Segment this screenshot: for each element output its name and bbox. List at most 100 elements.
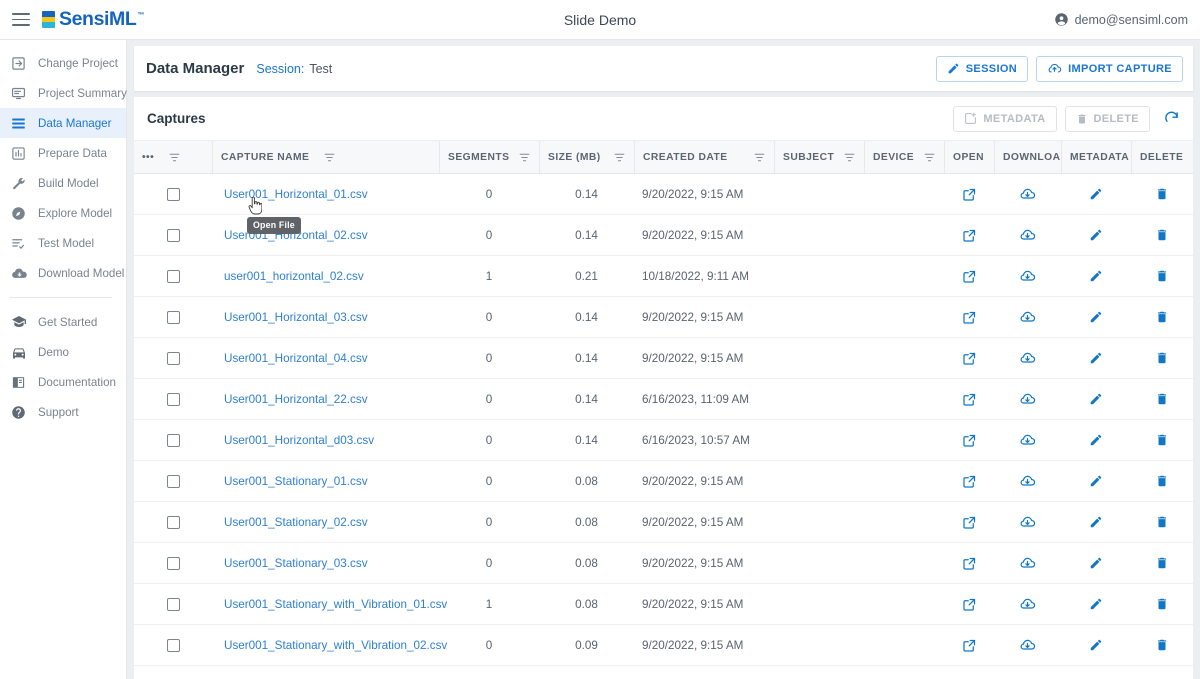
trash-icon[interactable]	[1151, 634, 1173, 656]
trash-icon[interactable]	[1151, 593, 1173, 615]
cloud-download-icon[interactable]	[1017, 347, 1039, 369]
sensiml-logo[interactable]: SensiML™	[42, 9, 144, 30]
session-button[interactable]: SESSION	[935, 55, 1029, 82]
capture-name-link[interactable]: User001_Horizontal_01.csv	[224, 188, 368, 201]
filter-icon[interactable]	[323, 151, 336, 164]
capture-name-link[interactable]: User001_Stationary_01.csv	[224, 475, 368, 488]
cloud-download-icon[interactable]	[1017, 388, 1039, 410]
cloud-download-icon[interactable]	[1017, 183, 1039, 205]
pencil-icon[interactable]	[1085, 388, 1107, 410]
open-in-new-icon[interactable]	[958, 306, 980, 328]
row-checkbox[interactable]	[166, 597, 180, 611]
table-row[interactable]: User001_Horizontal_04.csv 0 0.14 9/20/2022,…	[134, 337, 1193, 379]
open-in-new-icon[interactable]	[958, 224, 980, 246]
filter-icon[interactable]	[753, 151, 766, 164]
trash-icon[interactable]	[1151, 183, 1173, 205]
cloud-download-icon[interactable]	[1017, 511, 1039, 533]
table-row[interactable]: User001_Stationary_03.csv 0 0.08 9/20/2022,…	[134, 542, 1193, 584]
row-checkbox[interactable]	[166, 638, 180, 652]
th-segments[interactable]: SEGMENTS	[439, 141, 539, 174]
row-checkbox[interactable]	[166, 433, 180, 447]
row-checkbox[interactable]	[166, 556, 180, 570]
sidebar-item-prepare-data[interactable]: Prepare Data	[0, 138, 126, 168]
pencil-icon[interactable]	[1085, 511, 1107, 533]
pencil-icon[interactable]	[1085, 593, 1107, 615]
trash-icon[interactable]	[1151, 511, 1173, 533]
table-row[interactable]: User001_Stationary_with_Vibration_02.csv…	[134, 624, 1193, 666]
filter-icon[interactable]	[518, 151, 531, 164]
sidebar-item-explore-model[interactable]: Explore Model	[0, 198, 126, 228]
pencil-icon[interactable]	[1085, 347, 1107, 369]
capture-name-link[interactable]: User001_Stationary_with_Vibration_02.csv	[224, 639, 447, 652]
trash-icon[interactable]	[1151, 552, 1173, 574]
row-checkbox[interactable]	[166, 310, 180, 324]
table-row[interactable]: User001_Horizontal_01.csv 0 0.14 9/20/2022,…	[134, 173, 1193, 215]
refresh-button[interactable]	[1158, 106, 1184, 132]
capture-name-link[interactable]: User001_Stationary_02.csv	[224, 516, 368, 529]
capture-name-link[interactable]: user001_horizontal_02.csv	[224, 270, 364, 283]
sidebar-item-change-project[interactable]: Change Project	[0, 48, 126, 78]
trash-icon[interactable]	[1151, 224, 1173, 246]
cloud-download-icon[interactable]	[1017, 306, 1039, 328]
account-menu[interactable]: demo@sensiml.com	[1054, 12, 1188, 27]
pencil-icon[interactable]	[1085, 552, 1107, 574]
row-checkbox[interactable]	[166, 515, 180, 529]
cloud-download-icon[interactable]	[1017, 224, 1039, 246]
th-subject[interactable]: SUBJECT	[774, 141, 864, 174]
row-checkbox[interactable]	[166, 392, 180, 406]
table-row[interactable]: User001_Stationary_02.csv 0 0.08 9/20/2022,…	[134, 501, 1193, 543]
table-row[interactable]: User001_Horizontal_03.csv 0 0.14 9/20/2022,…	[134, 296, 1193, 338]
trash-icon[interactable]	[1151, 429, 1173, 451]
sidebar-item-data-manager[interactable]: Data Manager	[0, 108, 126, 138]
sidebar-item-project-summary[interactable]: Project Summary	[0, 78, 127, 108]
pencil-icon[interactable]	[1085, 429, 1107, 451]
row-checkbox[interactable]	[166, 228, 180, 242]
table-row[interactable]: user001_horizontal_02.csv 1 0.21 10/18/2022…	[134, 255, 1193, 297]
th-capture-name[interactable]: CAPTURE NAME	[212, 141, 439, 174]
cloud-download-icon[interactable]	[1017, 634, 1039, 656]
trash-icon[interactable]	[1151, 388, 1173, 410]
pencil-icon[interactable]	[1085, 306, 1107, 328]
cloud-download-icon[interactable]	[1017, 593, 1039, 615]
cloud-download-icon[interactable]	[1017, 470, 1039, 492]
capture-name-link[interactable]: User001_Stationary_with_Vibration_01.csv	[224, 598, 447, 611]
filter-icon[interactable]	[843, 151, 856, 164]
delete-button[interactable]: DELETE	[1064, 105, 1150, 132]
capture-name-link[interactable]: User001_Horizontal_03.csv	[224, 311, 368, 324]
open-in-new-icon[interactable]	[958, 183, 980, 205]
sidebar-item-build-model[interactable]: Build Model	[0, 168, 126, 198]
cloud-download-icon[interactable]	[1017, 429, 1039, 451]
sidebar-item-test-model[interactable]: Test Model	[0, 228, 126, 258]
row-checkbox[interactable]	[166, 351, 180, 365]
pencil-icon[interactable]	[1085, 470, 1107, 492]
filter-icon[interactable]	[923, 151, 936, 164]
trash-icon[interactable]	[1151, 347, 1173, 369]
open-in-new-icon[interactable]	[958, 470, 980, 492]
open-in-new-icon[interactable]	[958, 593, 980, 615]
th-created-date[interactable]: CREATED DATE	[634, 141, 774, 174]
row-checkbox[interactable]	[166, 269, 180, 283]
open-in-new-icon[interactable]	[958, 634, 980, 656]
table-row[interactable]: User001_Horizontal_22.csv 0 0.14 6/16/2023,…	[134, 378, 1193, 420]
sidebar-item-support[interactable]: Support	[0, 397, 126, 427]
open-in-new-icon[interactable]	[958, 429, 980, 451]
pencil-icon[interactable]	[1085, 224, 1107, 246]
sidebar-item-download-model[interactable]: Download Model	[0, 258, 126, 288]
filter-icon[interactable]	[613, 151, 626, 164]
hamburger-icon[interactable]	[12, 13, 30, 26]
options-ellipsis-icon[interactable]: •••	[142, 152, 154, 163]
table-row[interactable]: User001_Horizontal_d03.csv 0 0.14 6/16/2023…	[134, 419, 1193, 461]
open-in-new-icon[interactable]	[958, 388, 980, 410]
trash-icon[interactable]	[1151, 306, 1173, 328]
open-in-new-icon[interactable]	[958, 552, 980, 574]
sidebar-item-documentation[interactable]: Documentation	[0, 367, 126, 397]
cloud-download-icon[interactable]	[1017, 265, 1039, 287]
capture-name-link[interactable]: User001_Horizontal_22.csv	[224, 393, 368, 406]
table-row[interactable]: User001_Stationary_with_Vibration_01.csv…	[134, 583, 1193, 625]
open-in-new-icon[interactable]	[958, 347, 980, 369]
sidebar-item-demo[interactable]: Demo	[0, 337, 126, 367]
th-device[interactable]: DEVICE	[864, 141, 944, 174]
open-in-new-icon[interactable]	[958, 265, 980, 287]
trash-icon[interactable]	[1151, 470, 1173, 492]
trash-icon[interactable]	[1151, 265, 1173, 287]
